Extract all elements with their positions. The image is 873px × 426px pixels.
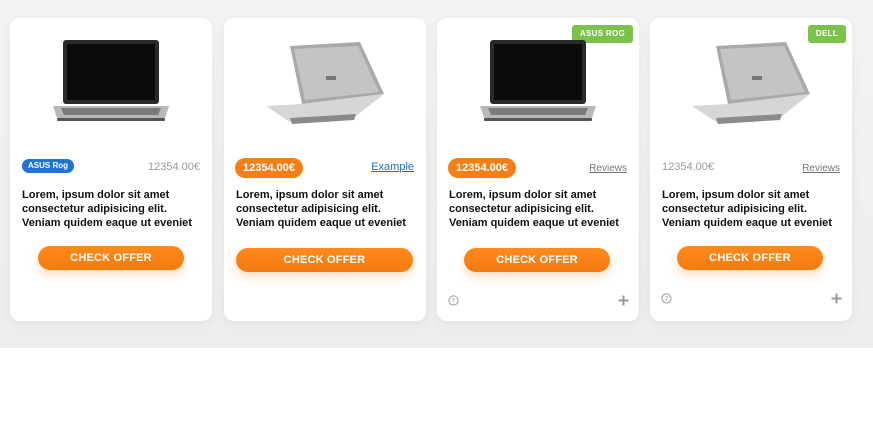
product-description: Lorem, ipsum dolor sit amet consectetur … — [662, 189, 832, 229]
svg-text:?: ? — [452, 297, 456, 305]
product-description: Lorem, ipsum dolor sit amet consectetur … — [22, 189, 192, 229]
product-card: 12354.00€ Example Lorem, ipsum dolor sit… — [224, 18, 426, 321]
check-offer-button[interactable]: CHECK OFFER — [38, 246, 184, 270]
price-label: 12354.00€ — [662, 161, 714, 173]
price-badge: 12354.00€ — [448, 158, 516, 178]
help-icon[interactable]: ? — [661, 291, 672, 304]
check-offer-button[interactable]: CHECK OFFER — [677, 246, 823, 270]
reviews-link[interactable]: Reviews — [802, 163, 840, 174]
plus-icon[interactable] — [618, 293, 629, 306]
price-label: 12354.00€ — [148, 161, 200, 173]
laptop-back-image[interactable] — [650, 36, 852, 132]
help-icon[interactable]: ? — [448, 293, 459, 306]
check-offer-button[interactable]: CHECK OFFER — [464, 248, 610, 272]
svg-text:?: ? — [665, 295, 669, 303]
laptop-back-image[interactable] — [224, 36, 426, 132]
plus-icon[interactable] — [831, 291, 842, 304]
product-card: ASUS ROG 12354.00€ Reviews Lorem, ipsum … — [437, 18, 639, 321]
product-description: Lorem, ipsum dolor sit amet consectetur … — [449, 189, 619, 229]
laptop-front-image[interactable] — [10, 36, 212, 132]
product-card: DELL 12354.00€ Reviews Lorem, ipsum dolo… — [650, 18, 852, 321]
brand-tag: ASUS Rog — [22, 159, 74, 173]
price-badge: 12354.00€ — [235, 158, 303, 178]
check-offer-button[interactable]: CHECK OFFER — [236, 248, 413, 272]
product-card: ASUS Rog 12354.00€ Lorem, ipsum dolor si… — [10, 18, 212, 321]
example-link[interactable]: Example — [371, 161, 414, 173]
product-description: Lorem, ipsum dolor sit amet consectetur … — [236, 189, 406, 229]
reviews-link[interactable]: Reviews — [589, 163, 627, 174]
laptop-front-image[interactable] — [437, 36, 639, 132]
